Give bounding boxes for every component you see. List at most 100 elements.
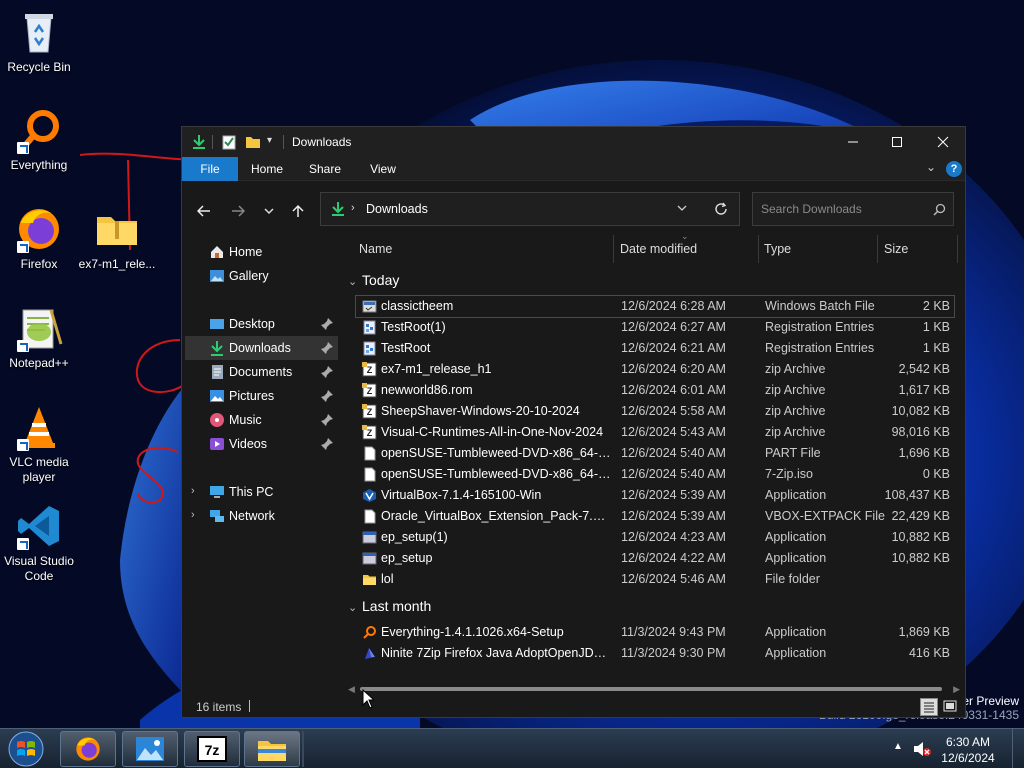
file-row[interactable]: TestRoot(1) 12/6/2024 6:27 AM Registration… — [356, 317, 954, 338]
maximize-button[interactable] — [874, 127, 920, 157]
pin-icon[interactable] — [320, 437, 334, 451]
sidebar-item-pictures[interactable]: Pictures — [185, 384, 338, 408]
sidebar-item-desktop[interactable]: Desktop — [185, 312, 338, 336]
file-row[interactable]: TestRoot 12/6/2024 6:21 AM Registration En… — [356, 338, 954, 359]
sidebar-item-documents[interactable]: Documents — [185, 360, 338, 384]
desktop-icon-notepadpp[interactable]: Notepad++ — [0, 304, 78, 371]
breadcrumb-downloads[interactable]: Downloads — [366, 202, 428, 216]
column-divider[interactable] — [758, 235, 759, 263]
scrollbar-thumb[interactable] — [360, 687, 942, 691]
file-row[interactable]: ep_setup(1) 12/6/2024 4:23 AM Application 1… — [356, 527, 954, 548]
photos-icon — [136, 737, 164, 761]
column-divider[interactable] — [613, 235, 614, 263]
title-bar[interactable]: ▾ Downloads — [182, 127, 965, 157]
search-box[interactable] — [752, 192, 954, 226]
column-header-name[interactable]: Name — [359, 242, 392, 256]
close-button[interactable] — [920, 127, 966, 157]
sidebar-item-this-pc[interactable]: › This PC — [185, 480, 338, 504]
file-name: TestRoot — [381, 341, 431, 355]
up-button[interactable] — [288, 201, 308, 221]
window-title: Downloads — [292, 135, 352, 149]
help-icon[interactable]: ? — [946, 161, 962, 177]
pin-icon[interactable] — [320, 317, 334, 331]
group-header-last-month[interactable]: ⌄ Last month — [348, 598, 431, 614]
scroll-left-icon[interactable]: ◀ — [348, 684, 355, 695]
pin-icon[interactable] — [320, 341, 334, 355]
tab-home[interactable]: Home — [244, 157, 290, 181]
file-row[interactable]: Zex7-m1_release_h1 12/6/2024 6:20 AM zip A… — [356, 359, 954, 380]
status-separator — [249, 700, 250, 712]
taskbar-file-explorer[interactable] — [244, 731, 300, 767]
minimize-button[interactable] — [830, 127, 876, 157]
show-hidden-icons-chevron[interactable]: ▲ — [893, 741, 903, 752]
column-header-size[interactable]: Size — [884, 242, 908, 256]
file-row[interactable]: Ninite 7Zip Firefox Java AdoptOpenJDK x.… — [356, 643, 954, 664]
start-button[interactable] — [6, 730, 46, 768]
file-row[interactable]: Znewworld86.rom 12/6/2024 6:01 AM zip Arch… — [356, 380, 954, 401]
group-header-today[interactable]: ⌄ Today — [348, 272, 399, 288]
file-row[interactable]: classictheem 12/6/2024 6:28 AM Windows Bat… — [355, 295, 955, 318]
properties-icon[interactable] — [222, 134, 236, 153]
desktop-icon-ex7-folder[interactable]: ex7-m1_rele... — [78, 205, 156, 272]
sidebar-item-network[interactable]: › Network — [185, 504, 338, 528]
file-row[interactable]: openSUSE-Tumbleweed-DVD-x86_64-Sn... 12/6… — [356, 464, 954, 485]
file-row[interactable]: ep_setup 12/6/2024 4:22 AM Application 10,8… — [356, 548, 954, 569]
desktop-icon-everything[interactable]: Everything — [0, 106, 78, 173]
tab-file[interactable]: File — [182, 157, 238, 181]
desktop-icon-vscode[interactable]: Visual Studio Code — [0, 502, 78, 584]
taskbar-7zip[interactable]: 7z — [184, 731, 240, 767]
forward-button[interactable] — [228, 201, 248, 221]
sidebar-item-videos[interactable]: Videos — [185, 432, 338, 456]
sidebar-item-music[interactable]: Music — [185, 408, 338, 432]
volume-muted-icon[interactable] — [912, 740, 932, 761]
search-icon[interactable] — [933, 203, 946, 219]
pin-icon[interactable] — [320, 389, 334, 403]
sidebar-item-downloads[interactable]: Downloads — [185, 336, 338, 360]
column-divider[interactable] — [957, 235, 958, 263]
file-row[interactable]: Z Visual-C-Runtimes-All-in-One-Nov-2024 12… — [356, 422, 954, 443]
sidebar-item-gallery[interactable]: Gallery — [185, 264, 338, 288]
taskbar-photos[interactable] — [122, 731, 178, 767]
desktop-icon-recycle-bin[interactable]: Recycle Bin — [0, 8, 78, 75]
column-header-date[interactable]: Date modified — [620, 242, 697, 256]
file-date-modified: 12/6/2024 6:28 AM — [621, 299, 726, 313]
address-dropdown-button[interactable] — [677, 201, 687, 218]
home-icon — [209, 244, 225, 260]
address-bar[interactable]: › Downloads — [320, 192, 740, 226]
file-row[interactable]: Z SheepShaver-Windows-20-10-2024 12/6/2024… — [356, 401, 954, 422]
horizontal-scrollbar[interactable]: ◀ ▶ — [348, 684, 960, 695]
taskbar-firefox[interactable] — [60, 731, 116, 767]
column-header-row: Name Date modified Type Size ⌄ — [342, 231, 965, 263]
sidebar-item-home[interactable]: Home — [185, 240, 338, 264]
scroll-right-icon[interactable]: ▶ — [953, 684, 960, 695]
new-folder-icon[interactable] — [245, 134, 261, 153]
details-view-button[interactable] — [920, 698, 938, 716]
file-date-modified: 12/6/2024 5:46 AM — [621, 572, 726, 586]
recent-locations-button[interactable] — [259, 201, 279, 221]
search-input[interactable] — [761, 201, 921, 217]
expand-ribbon-chevron-icon[interactable]: ⌄ — [926, 160, 936, 174]
column-divider[interactable] — [877, 235, 878, 263]
system-clock[interactable]: 6:30 AM 12/6/2024 — [936, 734, 1000, 766]
refresh-button[interactable] — [714, 202, 728, 219]
desktop-icon-vlc[interactable]: VLC media player — [0, 403, 78, 485]
pin-icon[interactable] — [320, 413, 334, 427]
file-row[interactable]: lol 12/6/2024 5:46 AM File folder — [356, 569, 954, 590]
customize-qat-chevron-icon[interactable]: ▾ — [267, 135, 272, 146]
column-header-type[interactable]: Type — [764, 242, 791, 256]
file-row[interactable]: openSUSE-Tumbleweed-DVD-x86_64-Sn... 12/6… — [356, 443, 954, 464]
file-row[interactable]: VirtualBox-7.1.4-165100-Win 12/6/2024 5:3… — [356, 485, 954, 506]
tab-share[interactable]: Share — [302, 157, 348, 181]
file-row[interactable]: Oracle_VirtualBox_Extension_Pack-7.1.4.v… — [356, 506, 954, 527]
file-row[interactable]: Everything-1.4.1.1026.x64-Setup 11/3/2024… — [356, 622, 954, 643]
large-icons-view-button[interactable] — [942, 698, 960, 716]
navigation-pane: Home Gallery Desktop Downloads Documents… — [182, 237, 342, 687]
expand-chevron-icon[interactable]: › — [191, 509, 201, 523]
tab-view[interactable]: View — [360, 157, 406, 181]
desktop-icon-firefox[interactable]: Firefox — [0, 205, 78, 272]
desktop-icon-label: Everything — [10, 158, 68, 172]
expand-chevron-icon[interactable]: › — [191, 485, 201, 499]
back-button[interactable] — [194, 201, 214, 221]
pin-icon[interactable] — [320, 365, 334, 379]
show-desktop-button[interactable] — [1012, 729, 1024, 768]
